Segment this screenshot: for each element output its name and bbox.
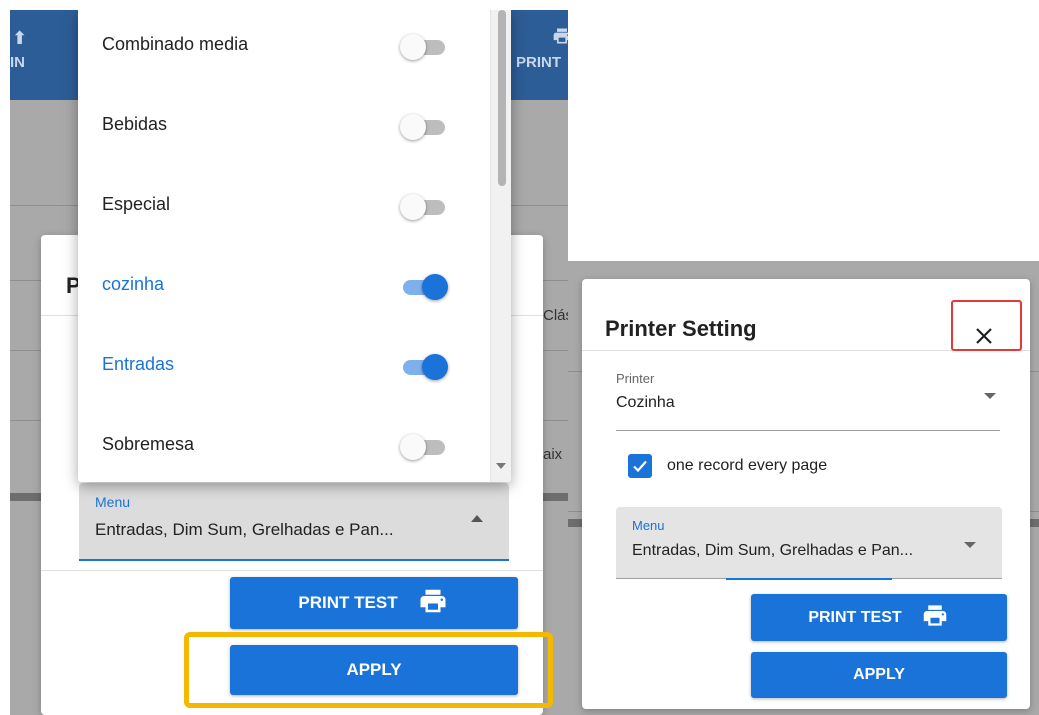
- apply-label: APPLY: [853, 666, 905, 683]
- toggle-switch[interactable]: [400, 432, 448, 462]
- one-record-checkbox-row[interactable]: one record every page: [628, 452, 827, 480]
- dialog-header-divider: [582, 350, 1030, 351]
- print-test-label: PRINT TEST: [298, 593, 398, 612]
- toggle-switch[interactable]: [400, 272, 448, 302]
- printer-setting-dialog: Printer Setting Printer Cozinha one reco…: [582, 279, 1030, 709]
- background-text: aix: [543, 446, 563, 463]
- arrow-up-icon: ⬆: [12, 28, 28, 48]
- printer-select-label: Printer: [616, 371, 655, 386]
- apply-label: APPLY: [346, 660, 402, 679]
- apply-button[interactable]: APPLY: [230, 645, 518, 695]
- list-item-label: Bebidas: [102, 114, 168, 134]
- toggle-switch[interactable]: [400, 192, 448, 222]
- background-bar: [1030, 519, 1039, 527]
- menu-select[interactable]: Menu Entradas, Dim Sum, Grelhadas e Pan.…: [616, 507, 1002, 580]
- list-item[interactable]: Sobremesa: [78, 410, 490, 482]
- toolbar-button-left[interactable]: ⬆ IN: [10, 28, 27, 71]
- list-item[interactable]: Combinado media: [78, 10, 490, 90]
- list-item[interactable]: Bebidas: [78, 90, 490, 170]
- printer-select[interactable]: Printer Cozinha: [616, 371, 1000, 431]
- toolbar-right-segment: PRINT: [510, 10, 568, 100]
- print-test-button[interactable]: PRINT TEST: [751, 594, 1007, 641]
- toggle-switch[interactable]: [400, 112, 448, 142]
- toolbar-left-segment: ⬆ IN: [10, 10, 78, 100]
- focus-indicator: [726, 578, 892, 580]
- left-screenshot: ⬆ IN PRINT Clás aix P Menu Entradas,: [10, 10, 568, 715]
- scrollbar-thumb[interactable]: [498, 10, 506, 186]
- printer-icon: [416, 586, 450, 621]
- dialog-title: Printer Setting: [605, 316, 757, 341]
- list-item-label: Sobremesa: [102, 434, 195, 454]
- one-record-checkbox[interactable]: [628, 454, 652, 478]
- menu-dropdown-list: Combinado media Bebidas Especial cozinha…: [78, 10, 511, 482]
- list-item-label: Entradas: [102, 354, 175, 374]
- close-icon: [976, 328, 992, 344]
- printer-select-value: Cozinha: [616, 394, 675, 411]
- caret-down-icon: [984, 393, 996, 399]
- toolbar-print-label: PRINT: [516, 54, 561, 71]
- menu-select-value: Entradas, Dim Sum, Grelhadas e Pan...: [95, 520, 394, 539]
- apply-button[interactable]: APPLY: [751, 652, 1007, 698]
- printer-icon: [920, 602, 950, 634]
- list-item-label: cozinha: [102, 274, 165, 294]
- caret-down-icon: [964, 542, 976, 548]
- caret-up-icon: [471, 515, 483, 522]
- list-item-label: Combinado media: [102, 34, 249, 54]
- toggle-switch[interactable]: [400, 352, 448, 382]
- dialog-actions-divider: [41, 570, 543, 571]
- background-bar: [568, 519, 582, 527]
- composite-screenshot: ⬆ IN PRINT Clás aix P Menu Entradas,: [0, 0, 1039, 715]
- background-bar: [10, 493, 42, 501]
- right-screenshot: Printer Setting Printer Cozinha one reco…: [568, 261, 1039, 715]
- list-item[interactable]: cozinha: [78, 250, 490, 330]
- printer-icon: [552, 26, 568, 51]
- list-item-label: Especial: [102, 194, 171, 214]
- menu-select-label: Menu: [632, 518, 665, 533]
- dropdown-scrollbar[interactable]: [490, 10, 511, 482]
- toolbar-button-left-label: IN: [10, 54, 25, 71]
- toolbar-print-button[interactable]: PRINT: [516, 28, 568, 71]
- checkmark-icon: [633, 460, 647, 473]
- menu-select-label: Menu: [95, 494, 131, 510]
- print-test-button[interactable]: PRINT TEST: [230, 577, 518, 629]
- list-item[interactable]: Especial: [78, 170, 490, 250]
- print-test-label: PRINT TEST: [808, 608, 902, 626]
- background-bar: [543, 493, 568, 501]
- menu-select-value: Entradas, Dim Sum, Grelhadas e Pan...: [632, 542, 914, 559]
- background-text: Clás: [543, 307, 568, 324]
- list-item[interactable]: Entradas: [78, 330, 490, 410]
- checkbox-label: one record every page: [667, 457, 828, 474]
- menu-select[interactable]: Menu Entradas, Dim Sum, Grelhadas e Pan.…: [79, 483, 509, 561]
- toggle-switch[interactable]: [400, 32, 448, 62]
- scroll-down-arrow-icon[interactable]: [496, 463, 506, 469]
